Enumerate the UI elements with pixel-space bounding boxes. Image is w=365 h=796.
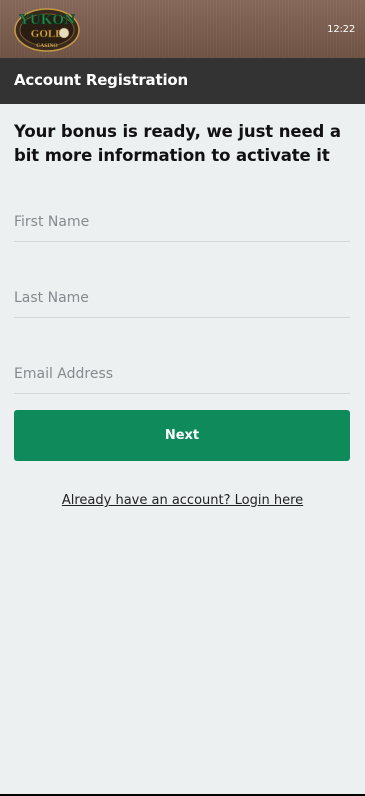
svg-text:CASINO: CASINO xyxy=(36,43,58,49)
svg-text:GOLD: GOLD xyxy=(31,28,63,40)
top-bar: YUKON GOLD CASINO 12:22 xyxy=(0,0,365,58)
first-name-field xyxy=(14,202,350,242)
last-name-field xyxy=(14,278,350,318)
page-header: Account Registration xyxy=(0,58,365,104)
svg-text:YUKON: YUKON xyxy=(19,12,75,28)
last-name-input[interactable] xyxy=(14,278,350,317)
page-title: Account Registration xyxy=(14,71,188,89)
email-field xyxy=(14,354,350,394)
email-input[interactable] xyxy=(14,354,350,393)
bonus-intro-text: Your bonus is ready, we just need a bit … xyxy=(14,122,341,165)
yukon-gold-casino-logo: YUKON GOLD CASINO xyxy=(14,8,80,52)
first-name-input[interactable] xyxy=(14,202,350,241)
next-button[interactable]: Next xyxy=(14,410,350,461)
status-time: 12:22 xyxy=(327,24,355,35)
login-link[interactable]: Already have an account? Login here xyxy=(0,493,365,508)
